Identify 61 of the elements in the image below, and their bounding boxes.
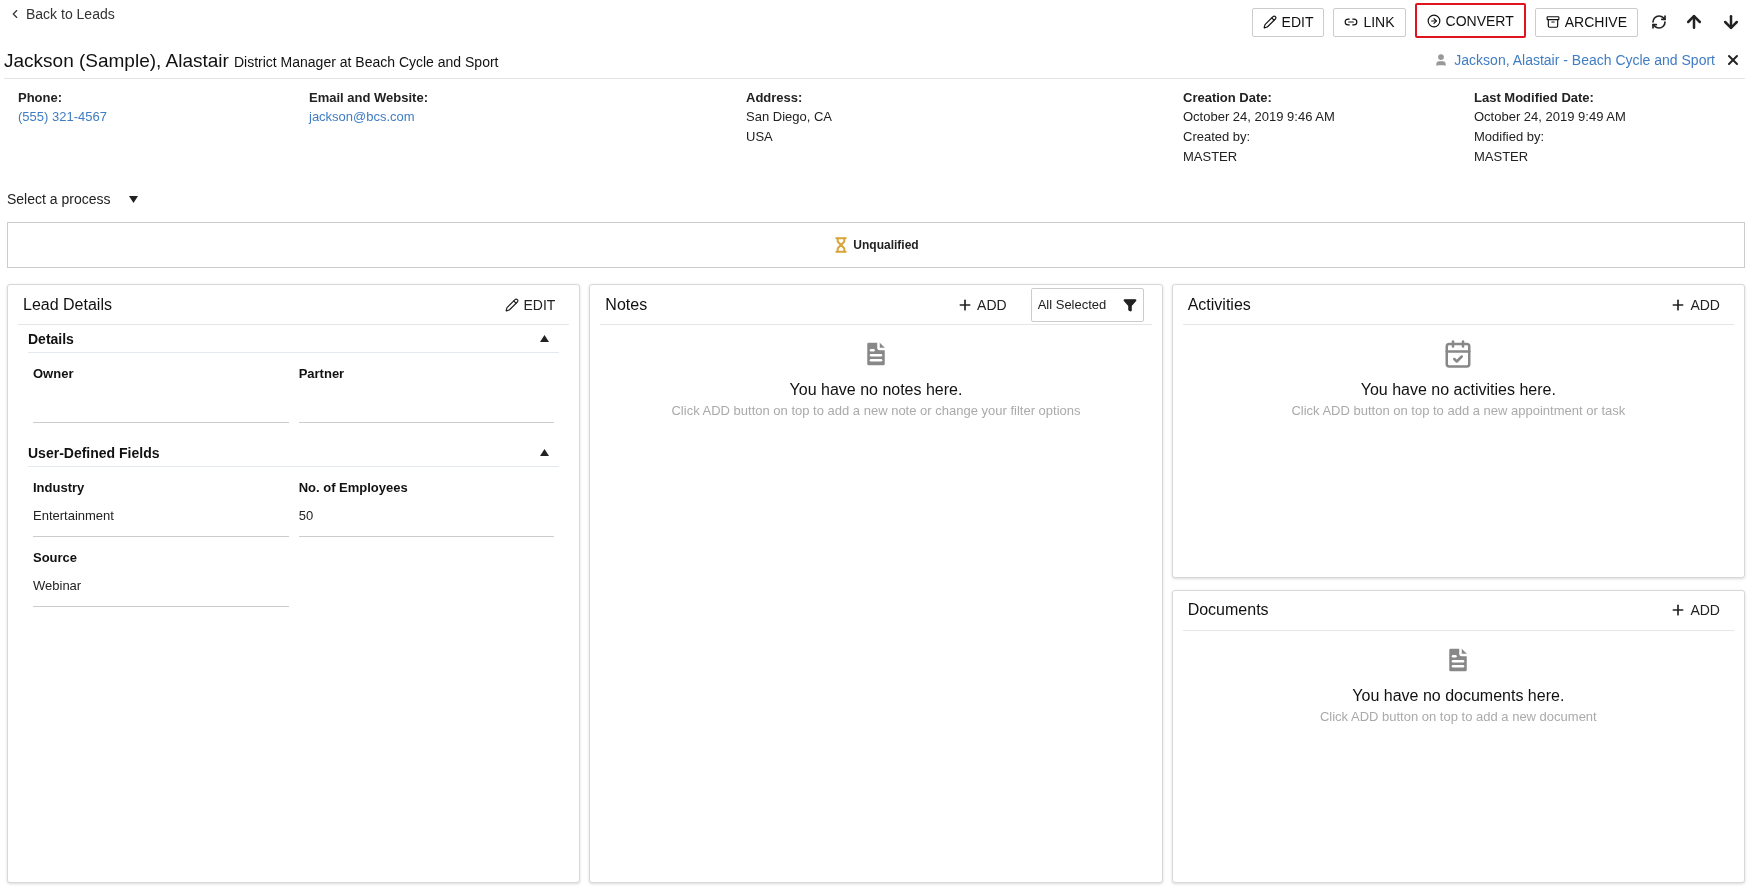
process-select[interactable]: Select a process [4, 184, 138, 214]
panel-title: Lead Details [23, 295, 112, 314]
lead-name: Jackson (Sample), Alastair [4, 50, 229, 71]
filter-dropdown[interactable]: All Selected [1030, 287, 1144, 322]
info-value: Modified by: [1474, 128, 1546, 146]
person-icon [1434, 53, 1449, 67]
back-link[interactable]: Back to Leads [4, 6, 115, 22]
hourglass-icon [833, 237, 850, 253]
field-value[interactable]: Entertainment [33, 501, 289, 537]
panel-title: Notes [605, 295, 648, 314]
archive-button[interactable]: ARCHIVE [1534, 7, 1638, 37]
add-button[interactable]: ADD [1664, 296, 1726, 313]
info-label: Email and Website: [309, 89, 429, 107]
add-button[interactable]: ADD [951, 296, 1013, 313]
info-label: Address: [746, 89, 804, 107]
info-value: Created by: [1183, 128, 1252, 146]
info-link[interactable]: (555) 321-4567 [18, 107, 309, 127]
info-value: October 24, 2019 9:49 AM [1474, 108, 1627, 126]
empty-title: You have no documents here. [1352, 686, 1565, 705]
add-button[interactable]: ADD [1664, 602, 1726, 618]
field-label: Partner [298, 365, 346, 383]
expand-icon [128, 195, 138, 203]
field-label: Industry [33, 479, 86, 497]
info-label: Creation Date: [1183, 89, 1273, 107]
info-label: Last Modified Date: [1474, 89, 1595, 107]
info-value: USA [746, 128, 774, 146]
archive-box-icon [1545, 15, 1560, 29]
empty-hint: Click ADD button on top to add a new note or change your filter options [671, 403, 1081, 418]
info-link[interactable]: jackson@bcs.com [309, 107, 746, 127]
info-value: San Diego, CA [746, 108, 833, 126]
edit-button[interactable]: EDIT [1251, 7, 1325, 37]
field-label: Source [33, 549, 79, 567]
filter-icon [1122, 297, 1137, 312]
field-value[interactable]: 50 [298, 501, 555, 537]
link-button[interactable]: LINK [1333, 7, 1406, 37]
empty-hint: Click ADD button on top to add a new appointment or task [1291, 403, 1626, 418]
chain-link-icon [1344, 15, 1359, 29]
field-label: Owner [33, 365, 75, 383]
collapse-icon [540, 449, 550, 456]
info-value: October 24, 2019 9:46 AM [1183, 108, 1336, 126]
section-header[interactable]: User-Defined Fields [28, 439, 560, 467]
empty-title: You have no notes here. [789, 381, 963, 399]
info-value: MASTER [1474, 148, 1530, 166]
convert-button[interactable]: CONVERT [1414, 3, 1526, 38]
status-text: Unqualified [853, 238, 919, 252]
panel-title: Activities [1187, 295, 1251, 314]
field-value[interactable]: Webinar [33, 571, 289, 607]
info-value: MASTER [1183, 148, 1239, 166]
field-label: No. of Employees [298, 479, 409, 497]
info-label: Phone: [18, 89, 64, 107]
panel-title: Documents [1187, 601, 1269, 619]
calendar-check-icon [1443, 339, 1474, 369]
contact-link[interactable]: Jackson, Alastair - Beach Cycle and Sport [1454, 52, 1715, 68]
section-header[interactable]: Details [28, 325, 560, 353]
pencil-icon [505, 297, 520, 312]
empty-title: You have no activities here. [1360, 381, 1556, 399]
lead-subtitle: District Manager at Beach Cycle and Sport [233, 54, 499, 70]
edit-button[interactable]: EDIT [499, 296, 562, 313]
collapse-icon [540, 335, 550, 342]
pencil-icon [1262, 15, 1277, 29]
empty-hint: Click ADD button on top to add a new document [1319, 708, 1597, 724]
